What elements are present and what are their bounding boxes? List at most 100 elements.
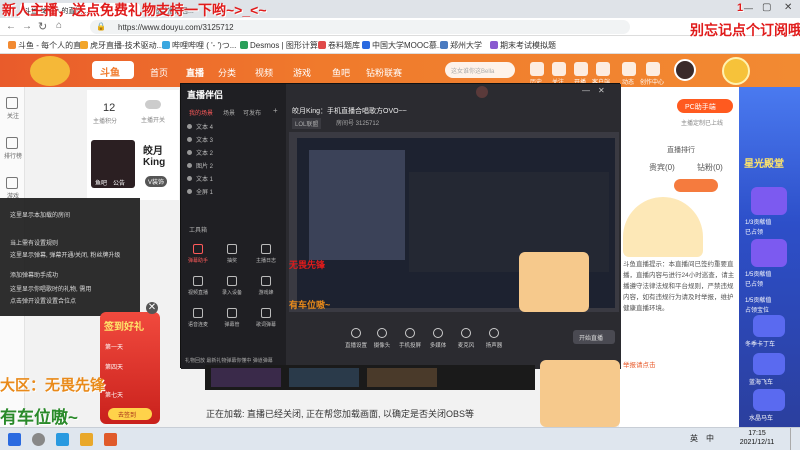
treasure-icon[interactable] [722,57,750,85]
control-camera[interactable]: 摄像头 [367,328,397,349]
hint-item[interactable]: 这里显示弹幕, 弹幕开通/关闭, 粉丝牌升级 [10,250,120,259]
report-link[interactable]: 举报请点击 [623,359,656,369]
add-scene-icon[interactable]: + [273,106,278,115]
eye-icon[interactable] [187,189,192,194]
hint-item[interactable]: 当上需有设置规则 [10,238,58,247]
eye-icon[interactable] [187,163,192,168]
scene-item[interactable]: 文本 1 [187,174,213,183]
tab-scenes[interactable]: 场景 [223,108,235,117]
become-diamond-button[interactable] [674,179,718,192]
scene-item[interactable]: 文本 2 [187,148,213,157]
rank-tab[interactable]: 直播排行 [667,145,695,155]
control-phone-cast[interactable]: 手机投屏 [395,328,425,349]
nav-home[interactable]: 首页 [150,66,168,79]
tool-voice[interactable]: 语音连麦 [185,308,211,328]
nav-video[interactable]: 视频 [255,66,273,79]
edge-icon[interactable] [56,433,69,446]
hint-item[interactable]: 添加弹幕助手成功 [10,270,58,279]
stream-tag[interactable]: LOL联盟 [292,118,322,129]
back-icon[interactable]: ← [6,21,16,32]
tool-danmu-assistant[interactable]: 弹幕助手 [185,244,211,264]
heart-icon[interactable] [6,97,18,109]
sign-in-button[interactable]: 去签到 [108,408,152,420]
eye-icon[interactable] [187,176,192,181]
palace-slot-1[interactable] [751,187,787,215]
feed-icon[interactable] [622,62,636,76]
sign-in-widget[interactable]: 签到好礼 第一天 第四天 第七天 去签到 [100,312,160,424]
kart-icon[interactable] [753,315,785,337]
nav-live[interactable]: 直播 [186,66,204,79]
nav-games[interactable]: 游戏 [293,66,311,79]
bookmark[interactable]: 中国大学MOOC慕... [362,40,444,51]
nav-fishbar[interactable]: 鱼吧 [332,66,350,79]
reload-icon[interactable]: ↻ [38,20,47,33]
explorer-icon[interactable] [80,433,93,446]
control-media[interactable]: 多媒体 [423,328,453,349]
tool-video[interactable]: 视频直播 [185,276,211,296]
gamepad-icon[interactable] [6,177,18,189]
bookmark[interactable]: 郑州大学 [440,40,482,51]
eye-icon[interactable] [187,150,192,155]
scene-item[interactable]: 文本 4 [187,122,213,131]
palace-slot-2[interactable] [751,239,787,267]
tool-game[interactable]: 游戏蜂 [253,276,279,296]
nav-league[interactable]: 钻粉联赛 [366,66,402,79]
eye-icon[interactable] [187,137,192,142]
hint-item[interactable]: 点击弹开设置设置合位点 [10,296,76,305]
user-avatar[interactable] [674,59,696,81]
tab-vip[interactable]: 贵宾(0) [649,162,675,173]
car-icon[interactable] [753,353,785,375]
creator-center-icon[interactable] [646,62,660,76]
tool-danmu[interactable]: 弹幕管 [219,308,245,328]
tool-device[interactable]: 录入设备 [219,276,245,296]
carriage-icon[interactable] [753,389,785,411]
hint-item[interactable]: 这里显示你唱歌时的礼物, 需用 [10,284,91,293]
bookmark[interactable]: Desmos | 图形计算器 [240,40,326,51]
tool-lottery[interactable]: 抽奖 [219,244,245,264]
url-field[interactable]: 🔒 https://www.douyu.com/3125712 [90,20,630,34]
start-live-button[interactable]: 开始直播 [573,330,615,344]
pc-assistant-button[interactable]: PC助手端 [677,99,733,113]
search-icon[interactable] [32,433,45,446]
scene-item[interactable]: 全屏 1 [187,187,213,196]
hint-item[interactable]: 这里显示本加载的房间 [10,210,70,219]
system-clock[interactable]: 17:15 2021/12/11 [727,429,787,447]
start-icon[interactable] [8,433,21,446]
minimize-icon[interactable]: — [744,3,753,13]
bookmark[interactable]: 哔哩哔哩 ( '- ')つ... [162,40,236,51]
bookmark[interactable]: 期末考试模拟题 [490,40,556,51]
bookmark[interactable]: 斗鱼 - 每个人的直... [8,40,88,51]
nav-category[interactable]: 分类 [218,66,236,79]
scene-item[interactable]: 文本 3 [187,135,213,144]
rank-icon[interactable] [6,137,18,149]
scene-item[interactable]: 图片 2 [187,161,213,170]
sidebar-item-follow[interactable]: 关注 [2,111,24,120]
streamer-name[interactable]: 皎月King [143,142,179,168]
tab-diamond[interactable]: 钻粉(0) [697,162,723,173]
broadcast-toggle[interactable] [145,100,161,109]
tab-publishable[interactable]: 可发布 [243,108,261,117]
close-icon[interactable]: ✕ [598,86,605,95]
ime-indicator[interactable]: 英 [690,433,698,444]
ime-indicator[interactable]: 中 [706,433,714,444]
client-icon[interactable] [596,62,610,76]
douyu-logo[interactable]: 斗鱼 [92,61,134,79]
douyu-app-icon[interactable] [104,433,117,446]
close-icon[interactable]: ✕ [146,302,158,314]
show-desktop-button[interactable] [790,428,800,450]
close-icon[interactable]: ✕ [784,2,792,13]
tab-my-scenes[interactable]: 我的场景 [189,108,213,117]
bookmark[interactable]: 虎牙直播-技术驱动... [80,40,163,51]
control-mic[interactable]: 麦克风 [451,328,481,349]
maximize-icon[interactable]: ▢ [762,2,771,13]
forward-icon[interactable]: → [22,21,32,32]
home-icon[interactable]: ⌂ [56,20,62,31]
tool-log[interactable]: 主播日志 [253,244,279,264]
sidebar-item-rank[interactable]: 排行榜 [2,151,24,160]
video-thumb[interactable] [289,368,359,387]
stream-title[interactable]: 皎月King：手机直播合唱歌方OVO~~ [292,106,407,116]
tool-lyrics[interactable]: 歌词弹幕 [253,308,279,328]
stream-preview[interactable]: 无畏先锋 有车位嗷~ [289,132,619,312]
video-thumb[interactable] [367,368,437,387]
bookmark[interactable]: 卷料题库 [318,40,360,51]
